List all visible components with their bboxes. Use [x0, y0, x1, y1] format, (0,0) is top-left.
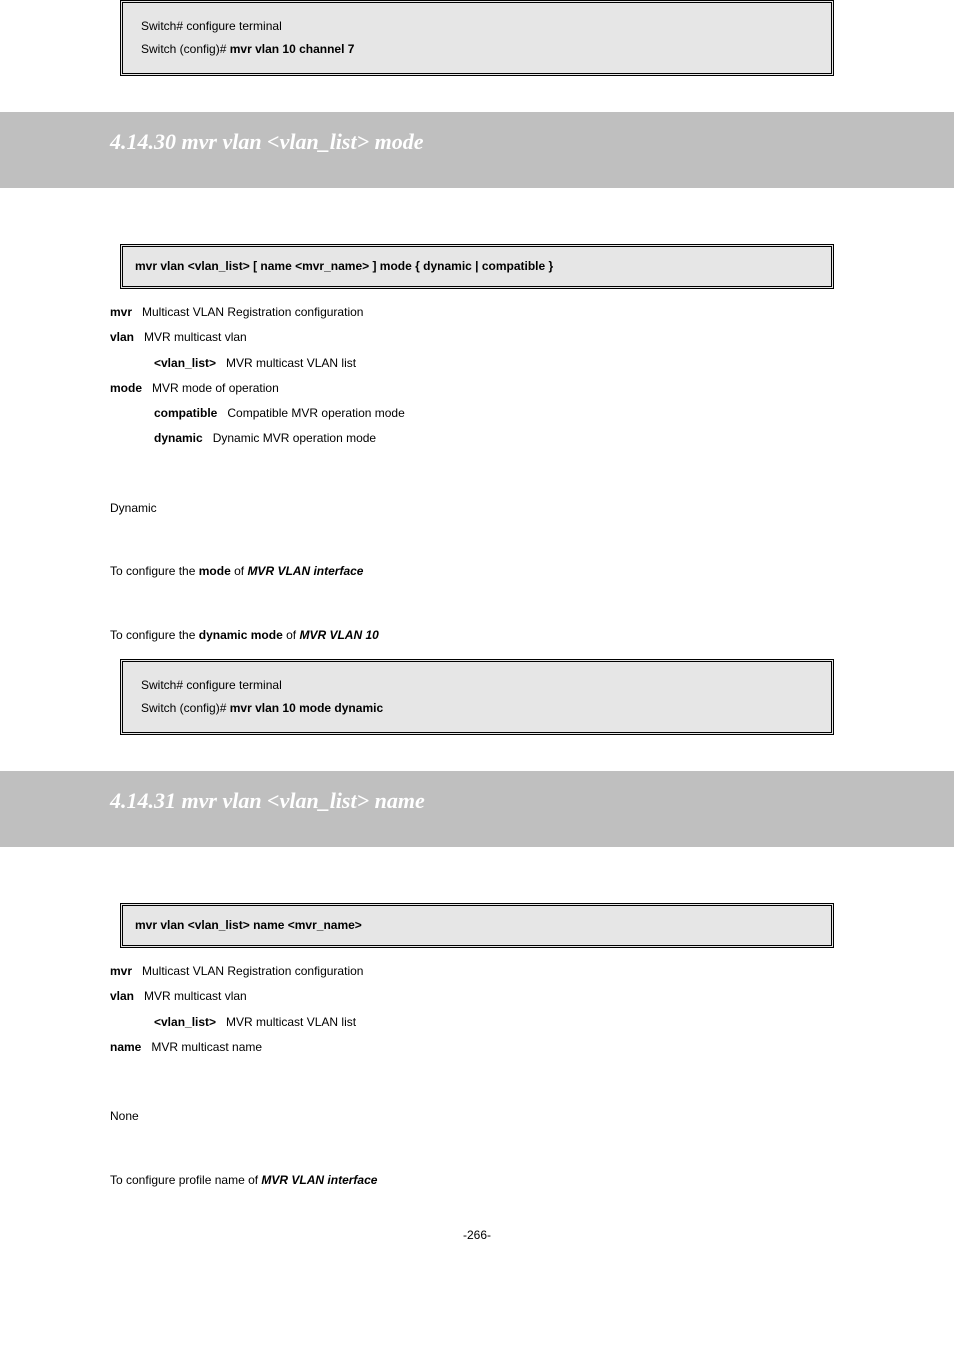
param-term: dynamic — [154, 429, 213, 448]
usage-line: To configure profile name of MVR VLAN in… — [110, 1171, 844, 1190]
param-desc: MVR multicast VLAN list — [226, 354, 356, 373]
param-row: name MVR multicast name — [110, 1038, 844, 1057]
code-block: Switch# configure terminal Switch (confi… — [120, 659, 834, 735]
param-desc: MVR multicast name — [151, 1038, 262, 1057]
param-row: <vlan_list> MVR multicast VLAN list — [110, 354, 844, 373]
param-term: compatible — [154, 404, 227, 423]
default-value: None — [110, 1107, 844, 1126]
code-line: Switch# configure terminal — [141, 676, 813, 695]
param-term: mvr — [110, 303, 142, 322]
param-desc: MVR multicast vlan — [144, 987, 247, 1006]
default-label: Default — [110, 470, 844, 492]
param-row: mode MVR mode of operation — [110, 379, 844, 398]
code-line: Switch (config)# mvr vlan 10 mode dynami… — [141, 699, 813, 718]
param-row: vlan MVR multicast vlan — [110, 328, 844, 347]
usage-label: Usage Guide — [110, 1142, 844, 1164]
param-row: vlan MVR multicast vlan — [110, 987, 844, 1006]
usage-label: Usage Guide — [110, 534, 844, 556]
param-term: <vlan_list> — [154, 1013, 226, 1032]
syntax-box: mvr vlan <vlan_list> [ name <mvr_name> ]… — [120, 244, 834, 289]
param-row: <vlan_list> MVR multicast VLAN list — [110, 1013, 844, 1032]
default-value: Dynamic — [110, 499, 844, 518]
param-row: mvr Multicast VLAN Registration configur… — [110, 303, 844, 322]
param-term: vlan — [110, 987, 144, 1006]
code-line: Switch# configure terminal — [141, 17, 813, 36]
param-desc: Dynamic MVR operation mode — [213, 429, 376, 448]
param-term: mvr — [110, 962, 142, 981]
syntax-label: Syntax — [110, 216, 844, 238]
param-term: name — [110, 1038, 151, 1057]
code-line: Switch (config)# mvr vlan 10 channel 7 — [141, 40, 813, 59]
parameter-list: mvr Multicast VLAN Registration configur… — [110, 962, 844, 1057]
param-row: mvr Multicast VLAN Registration configur… — [110, 962, 844, 981]
param-desc: Multicast VLAN Registration configuratio… — [142, 303, 363, 322]
param-desc: MVR mode of operation — [152, 379, 279, 398]
example-line: To configure the dynamic mode of MVR VLA… — [110, 626, 844, 645]
code-block-top: Switch# configure terminal Switch (confi… — [120, 0, 834, 76]
example-label: Example — [110, 597, 844, 619]
syntax-label: Syntax — [110, 875, 844, 897]
param-term: vlan — [110, 328, 144, 347]
page-number: -266- — [0, 1226, 954, 1245]
default-label: Default — [110, 1079, 844, 1101]
param-row: compatible Compatible MVR operation mode — [110, 404, 844, 423]
param-desc: MVR multicast vlan — [144, 328, 247, 347]
section-banner: 4.14.31 mvr vlan <vlan_list> name — [0, 771, 954, 846]
syntax-box: mvr vlan <vlan_list> name <mvr_name> — [120, 903, 834, 948]
param-desc: Multicast VLAN Registration configuratio… — [142, 962, 363, 981]
param-desc: MVR multicast VLAN list — [226, 1013, 356, 1032]
usage-line: To configure the mode of MVR VLAN interf… — [110, 562, 844, 581]
param-desc: Compatible MVR operation mode — [227, 404, 404, 423]
param-term: <vlan_list> — [154, 354, 226, 373]
parameter-list: mvr Multicast VLAN Registration configur… — [110, 303, 844, 448]
section-banner: 4.14.30 mvr vlan <vlan_list> mode — [0, 112, 954, 187]
param-term: mode — [110, 379, 152, 398]
param-row: dynamic Dynamic MVR operation mode — [110, 429, 844, 448]
